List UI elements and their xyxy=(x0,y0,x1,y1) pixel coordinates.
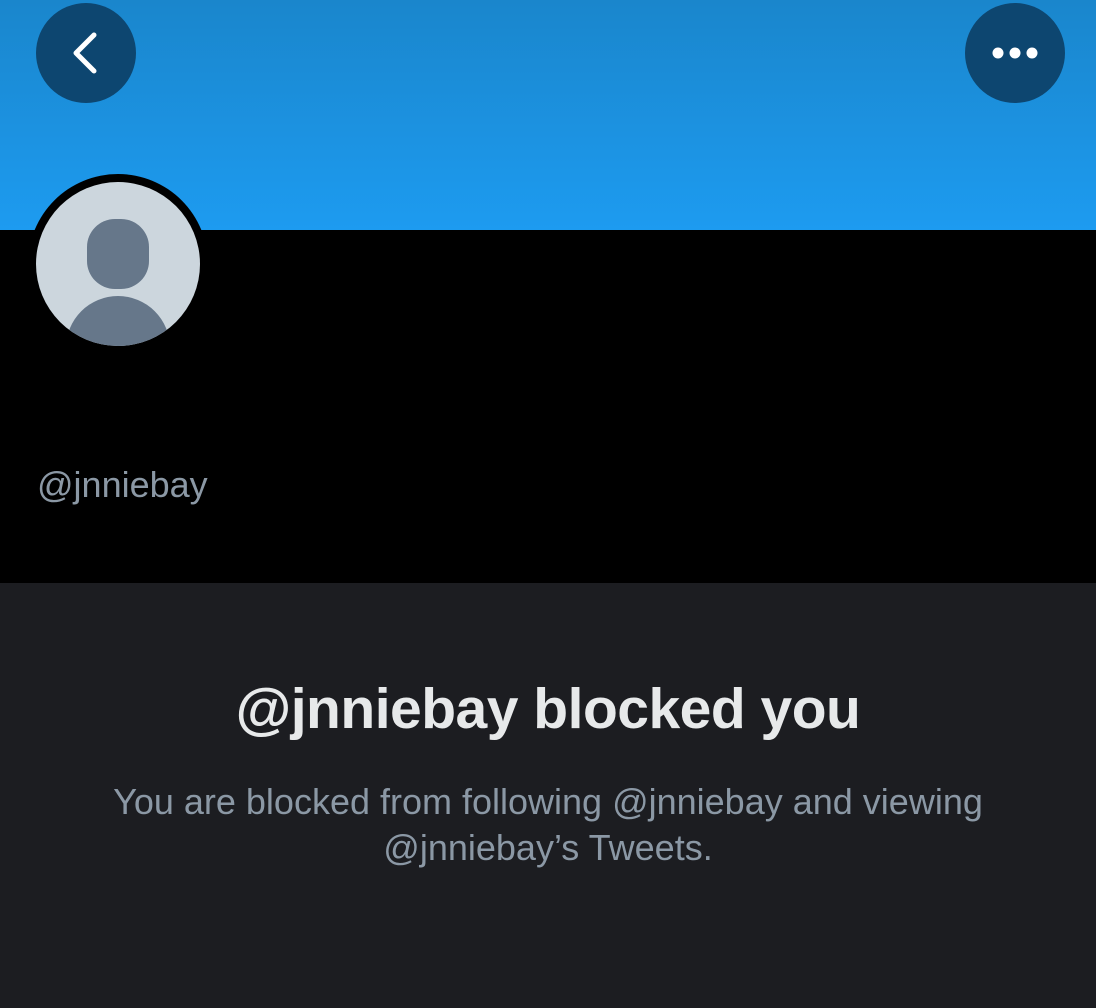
profile-page: @jnniebay @jnniebay blocked you You are … xyxy=(0,0,1096,1008)
blocked-notice: @jnniebay blocked you You are blocked fr… xyxy=(0,583,1096,1008)
more-options-button[interactable] xyxy=(965,3,1065,103)
blocked-description: You are blocked from following @jnniebay… xyxy=(113,781,983,868)
more-horizontal-icon xyxy=(992,47,1038,59)
default-avatar-icon xyxy=(66,219,170,346)
avatar[interactable] xyxy=(36,182,200,346)
chevron-left-icon xyxy=(73,32,97,74)
blocked-title: @jnniebay blocked you xyxy=(235,677,861,741)
profile-handle: @jnniebay xyxy=(37,464,208,505)
display-name xyxy=(36,396,362,434)
back-button[interactable] xyxy=(36,3,136,103)
